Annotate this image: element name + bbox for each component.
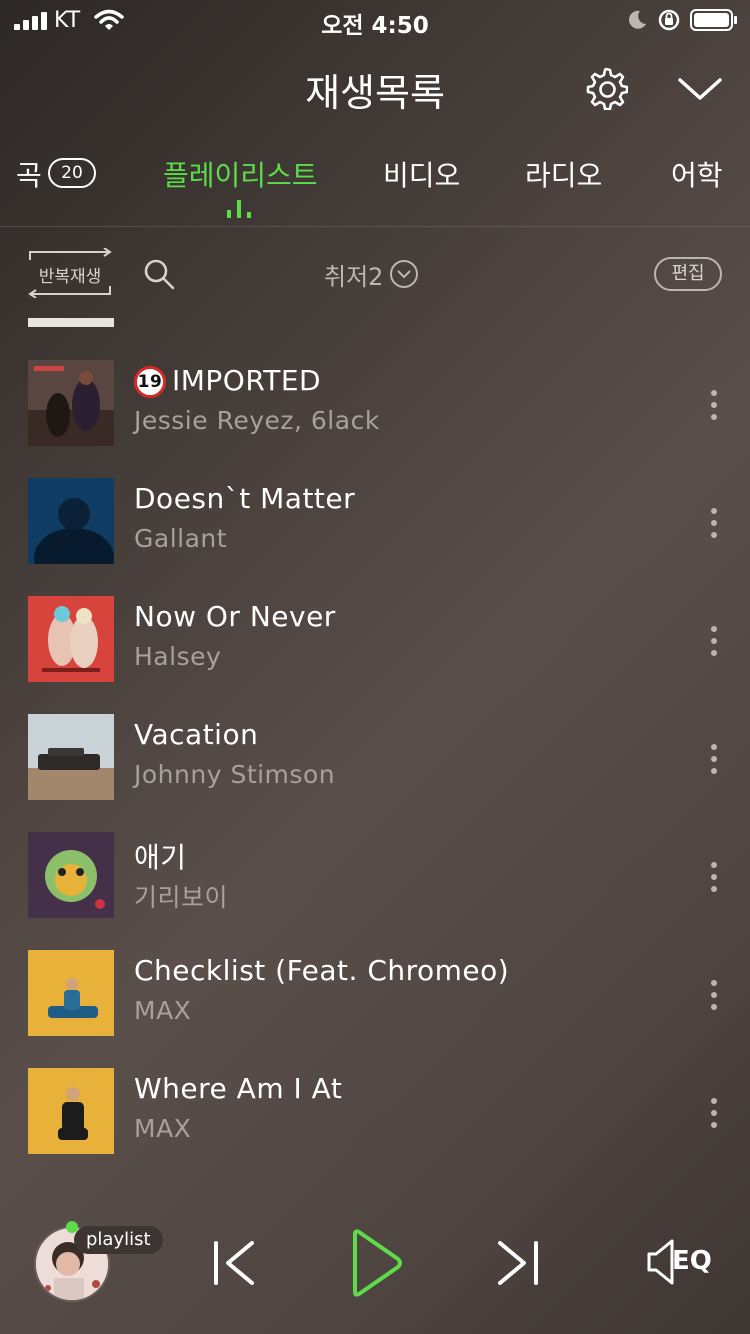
- song-artist: Gallant: [134, 524, 228, 553]
- song-artist: Jessie Reyez, 6lack: [134, 406, 380, 435]
- scroll-indicator: [28, 318, 114, 327]
- tab-radio[interactable]: 라디오: [525, 154, 602, 194]
- song-artist: MAX: [134, 996, 192, 1025]
- album-art: [28, 832, 114, 918]
- song-artist: 기리보이: [134, 883, 229, 912]
- tab-divider: [0, 226, 750, 227]
- gear-icon[interactable]: [584, 66, 628, 110]
- song-title: Now Or Never: [134, 600, 336, 633]
- repeat-label: 반복재생: [38, 267, 102, 287]
- song-title: Doesn`t Matter: [134, 482, 356, 515]
- more-icon[interactable]: [704, 506, 724, 540]
- list-item[interactable]: Checklist (Feat. Chromeo) MAX: [0, 948, 750, 1066]
- list-item[interactable]: Vacation Johnny Stimson: [0, 712, 750, 830]
- moon-icon: [629, 10, 646, 29]
- more-icon[interactable]: [704, 1096, 724, 1130]
- more-icon[interactable]: [704, 624, 724, 658]
- tab-playlist[interactable]: 플레이리스트: [163, 154, 318, 194]
- album-art: [28, 1068, 114, 1154]
- eq-label[interactable]: EQ: [672, 1246, 712, 1276]
- tab-language[interactable]: 어학: [671, 154, 723, 194]
- list-item[interactable]: Doesn`t Matter Gallant: [0, 476, 750, 594]
- more-icon[interactable]: [704, 860, 724, 894]
- rotation-lock-icon: [658, 9, 680, 31]
- song-title: IMPORTED: [172, 364, 322, 397]
- more-icon[interactable]: [704, 742, 724, 776]
- playlist-pill[interactable]: playlist: [74, 1226, 163, 1254]
- equalizer-icon: [227, 200, 251, 218]
- tab-video[interactable]: 비디오: [383, 154, 460, 194]
- song-artist: Halsey: [134, 642, 222, 671]
- song-count-badge: 20: [48, 158, 96, 188]
- chevron-circle-icon: [390, 260, 419, 288]
- album-art: [28, 478, 114, 564]
- more-icon[interactable]: [704, 978, 724, 1012]
- next-icon[interactable]: [496, 1240, 540, 1286]
- album-art: [28, 950, 114, 1036]
- list-item[interactable]: Where Am I At MAX: [0, 1066, 750, 1184]
- album-art: [28, 714, 114, 800]
- song-title: 애기: [134, 841, 187, 874]
- chevron-down-icon[interactable]: [676, 72, 724, 106]
- search-icon[interactable]: [143, 258, 175, 290]
- song-title: Where Am I At: [134, 1072, 343, 1105]
- song-title: Checklist (Feat. Chromeo): [134, 954, 510, 987]
- song-artist: MAX: [134, 1114, 192, 1143]
- album-art: [28, 596, 114, 682]
- album-art: [28, 360, 114, 446]
- tab-songs[interactable]: 곡: [16, 154, 42, 194]
- sort-selector[interactable]: 취저2: [324, 258, 419, 291]
- page-title: 재생목록: [305, 71, 445, 115]
- sort-label: 취저2: [324, 262, 384, 291]
- battery-icon: [690, 9, 737, 31]
- song-title: Vacation: [134, 718, 259, 751]
- song-artist: Johnny Stimson: [134, 760, 336, 789]
- previous-icon[interactable]: [212, 1240, 256, 1286]
- edit-button[interactable]: 편집: [654, 257, 722, 291]
- more-icon[interactable]: [704, 388, 724, 422]
- status-bar: KT 오전 4:50: [0, 0, 750, 40]
- list-item[interactable]: 19 IMPORTED Jessie Reyez, 6lack: [0, 358, 750, 476]
- play-icon[interactable]: [350, 1228, 404, 1298]
- list-item[interactable]: 애기 기리보이: [0, 830, 750, 948]
- list-item[interactable]: Now Or Never Halsey: [0, 594, 750, 712]
- age-restriction-badge: 19: [134, 366, 166, 398]
